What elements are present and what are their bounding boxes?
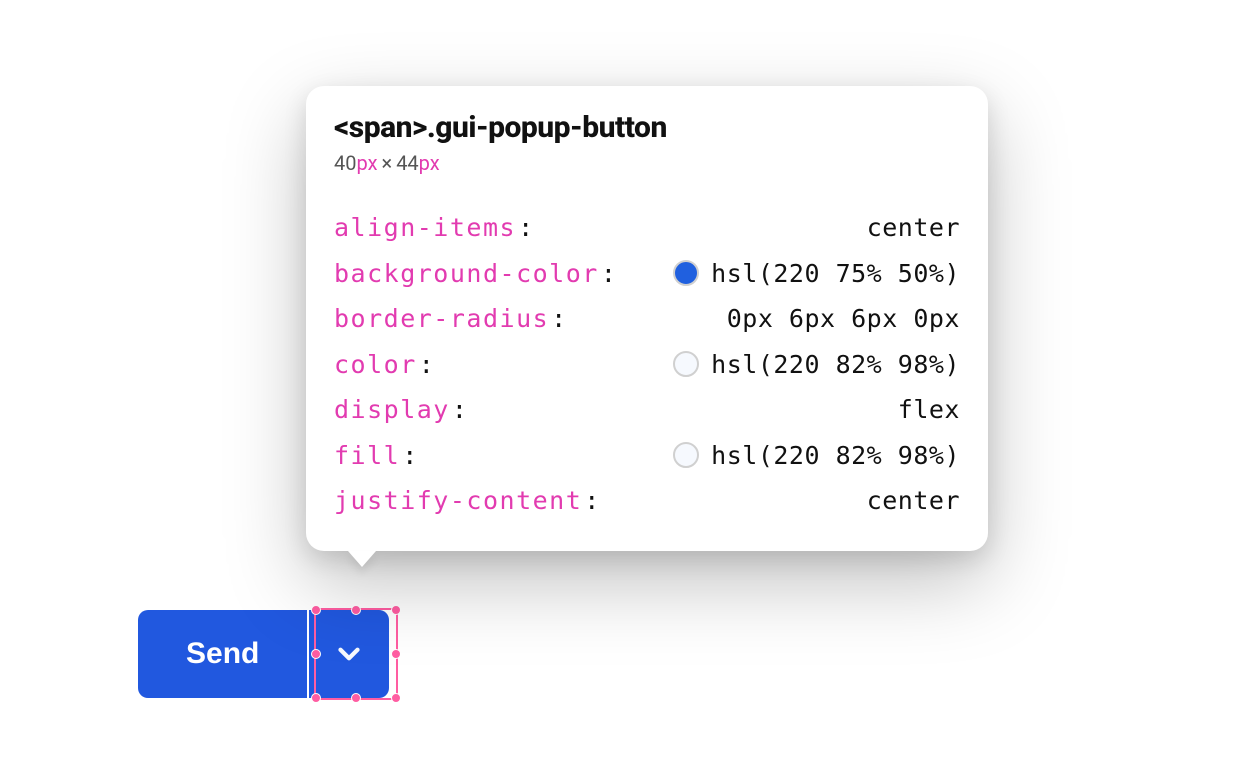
- property-value-text: hsl(220 82% 98%): [711, 352, 960, 377]
- property-value: hsl(220 82% 98%): [673, 351, 960, 377]
- property-row: justify-content center: [334, 478, 960, 523]
- property-value-text: center: [867, 215, 960, 240]
- inspector-dimensions: 40px×44px: [334, 151, 960, 175]
- property-row: display flex: [334, 387, 960, 432]
- inspector-tooltip: <span>.gui-popup-button 40px×44px align-…: [306, 86, 988, 551]
- property-row: background-color hsl(220 75% 50%): [334, 250, 960, 296]
- dim-sep: ×: [378, 151, 397, 175]
- property-name: justify-content: [334, 488, 601, 513]
- resize-handle[interactable]: [391, 649, 401, 659]
- property-row: border-radius 0px 6px 6px 0px: [334, 296, 960, 341]
- property-row: color hsl(220 82% 98%): [334, 341, 960, 387]
- property-value-text: center: [867, 488, 960, 513]
- property-name: fill: [334, 443, 419, 468]
- property-value: flex: [898, 397, 960, 422]
- dim-height-unit: px: [419, 151, 440, 175]
- property-value: center: [867, 215, 960, 240]
- color-swatch: [673, 442, 699, 468]
- property-value-text: hsl(220 82% 98%): [711, 443, 960, 468]
- dim-height: 44: [396, 151, 418, 175]
- inspector-selector: <span>.gui-popup-button: [334, 110, 960, 145]
- dim-width: 40: [334, 151, 356, 175]
- resize-handle[interactable]: [391, 693, 401, 703]
- property-row: fill hsl(220 82% 98%): [334, 432, 960, 478]
- property-name: display: [334, 397, 468, 422]
- popup-button[interactable]: [309, 610, 389, 698]
- property-name: background-color: [334, 261, 617, 286]
- split-button-group: Send: [138, 610, 389, 698]
- chevron-down-icon: [332, 637, 366, 671]
- resize-handle[interactable]: [391, 605, 401, 615]
- color-swatch: [673, 351, 699, 377]
- property-value: hsl(220 75% 50%): [673, 260, 960, 286]
- send-button[interactable]: Send: [138, 610, 307, 698]
- property-row: align-items center: [334, 205, 960, 250]
- property-value: hsl(220 82% 98%): [673, 442, 960, 468]
- property-name: align-items: [334, 215, 535, 240]
- inspector-property-list: align-items center background-color hsl(220…: [334, 205, 960, 523]
- property-value-text: 0px 6px 6px 0px: [727, 306, 960, 331]
- color-swatch: [673, 260, 699, 286]
- property-value: 0px 6px 6px 0px: [727, 306, 960, 331]
- property-value-text: hsl(220 75% 50%): [711, 261, 960, 286]
- property-name: color: [334, 352, 435, 377]
- property-value: center: [867, 488, 960, 513]
- property-name: border-radius: [334, 306, 568, 331]
- dim-width-unit: px: [356, 151, 377, 175]
- property-value-text: flex: [898, 397, 960, 422]
